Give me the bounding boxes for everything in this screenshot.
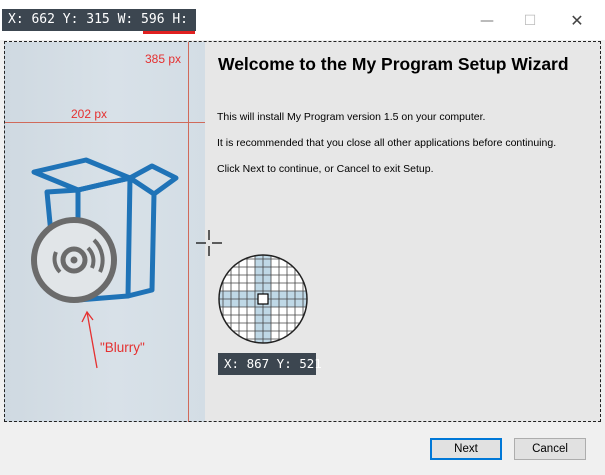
cursor-coordinate-readout: X: 867 Y: 521	[218, 353, 322, 375]
cancel-button[interactable]: Cancel	[514, 438, 586, 460]
selection-dimensions-readout: X: 662 Y: 315 W: 596 H: 385	[2, 9, 219, 31]
minimize-button[interactable]: —	[472, 8, 502, 34]
next-button[interactable]: Next	[430, 438, 502, 460]
magnifier-loupe	[218, 254, 308, 344]
maximize-button: ☐	[523, 13, 537, 29]
height-underline	[143, 31, 195, 34]
setup-wizard-window: — ☐ ✕ 385 px 202 px "Blurry" Welcome to …	[0, 0, 605, 475]
close-button[interactable]: ✕	[562, 8, 592, 34]
